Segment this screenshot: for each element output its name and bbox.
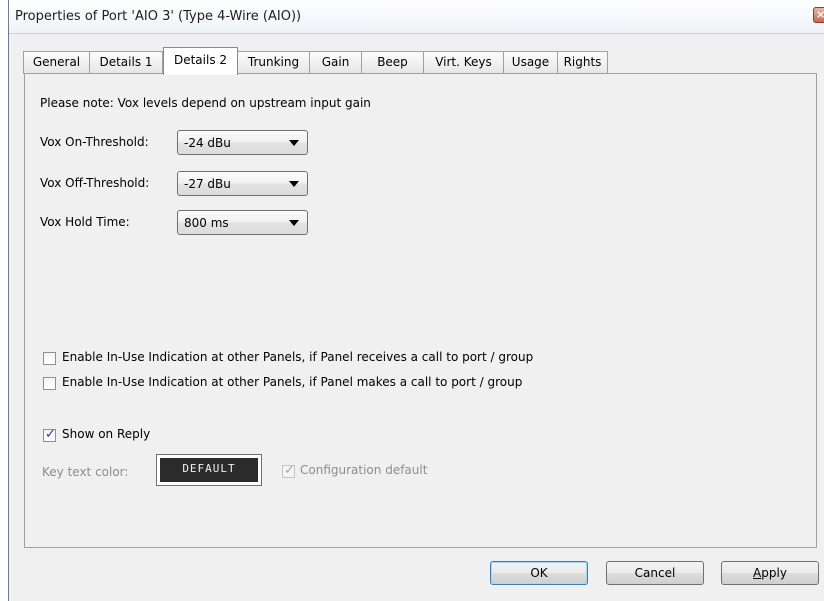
tab-details-2[interactable]: Details 2 — [163, 47, 238, 75]
vox-on-threshold-value: -24 dBu — [184, 136, 231, 150]
tab-gain[interactable]: Gain — [309, 51, 362, 74]
close-button[interactable]: × — [813, 7, 824, 23]
vox-on-threshold-label: Vox On-Threshold: — [40, 135, 149, 149]
vox-hold-time-value: 800 ms — [184, 216, 229, 230]
key-text-color-button[interactable]: DEFAULT — [156, 454, 262, 486]
checkmark-icon: ✓ — [45, 427, 56, 442]
tab-details-1[interactable]: Details 1 — [89, 51, 163, 74]
tab-usage[interactable]: Usage — [503, 51, 558, 74]
vox-note: Please note: Vox levels depend on upstre… — [40, 96, 371, 110]
tab-general[interactable]: General — [23, 51, 90, 74]
key-text-color-button-label: DEFAULT — [160, 458, 258, 482]
close-icon: × — [816, 8, 824, 21]
key-text-color-label: Key text color: — [42, 465, 129, 479]
configuration-default-checkbox: ✓ — [282, 463, 295, 478]
properties-dialog: Properties of Port 'AIO 3' (Type 4-Wire … — [8, 0, 824, 601]
show-on-reply-label[interactable]: Show on Reply — [62, 427, 150, 441]
vox-off-threshold-label: Vox Off-Threshold: — [40, 176, 150, 190]
inuse-makes-checkbox[interactable] — [43, 377, 56, 390]
tab-rights[interactable]: Rights — [557, 51, 608, 74]
vox-hold-time-label: Vox Hold Time: — [40, 215, 130, 229]
window-title: Properties of Port 'AIO 3' (Type 4-Wire … — [15, 9, 302, 24]
ok-button[interactable]: OK — [490, 561, 588, 585]
inuse-receives-label[interactable]: Enable In-Use Indication at other Panels… — [62, 350, 533, 364]
checkmark-icon: ✓ — [284, 463, 295, 478]
tab-beep[interactable]: Beep — [361, 51, 424, 74]
apply-rest: pply — [761, 566, 787, 580]
details-2-panel: Please note: Vox levels depend on upstre… — [24, 73, 817, 548]
chevron-down-icon — [289, 181, 299, 187]
chevron-down-icon — [289, 140, 299, 146]
inuse-makes-label[interactable]: Enable In-Use Indication at other Panels… — [62, 375, 522, 389]
chevron-down-icon — [289, 220, 299, 226]
title-bar: Properties of Port 'AIO 3' (Type 4-Wire … — [9, 0, 824, 34]
tab-virt-keys[interactable]: Virt. Keys — [423, 51, 504, 74]
configuration-default-label: Configuration default — [300, 463, 428, 477]
cancel-button[interactable]: Cancel — [606, 561, 704, 585]
tab-trunking[interactable]: Trunking — [237, 51, 310, 74]
inuse-receives-checkbox[interactable] — [43, 352, 56, 365]
vox-on-threshold-dropdown[interactable]: -24 dBu — [177, 130, 308, 155]
vox-off-threshold-value: -27 dBu — [184, 177, 231, 191]
vox-hold-time-dropdown[interactable]: 800 ms — [177, 210, 308, 235]
show-on-reply-checkbox[interactable]: ✓ — [43, 427, 56, 442]
vox-off-threshold-dropdown[interactable]: -27 dBu — [177, 171, 308, 196]
apply-button[interactable]: Apply — [721, 561, 819, 585]
